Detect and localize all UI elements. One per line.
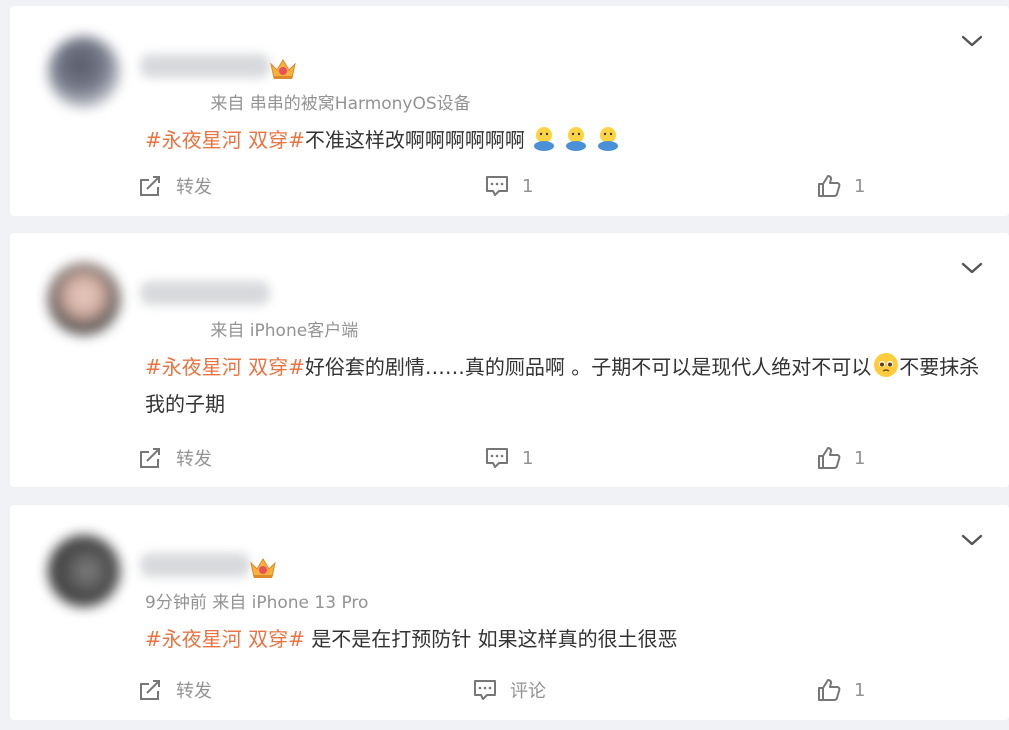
post-card: 9分钟前 来自 iPhone 13 Pro #永夜星河 双穿# 是不是在打预防针… xyxy=(10,505,1009,720)
comment-count: 1 xyxy=(522,175,534,197)
blue-hug-emoji-icon xyxy=(533,127,554,151)
repost-icon xyxy=(140,448,160,468)
thumbs-up-icon xyxy=(818,447,841,469)
username-blurred[interactable] xyxy=(140,54,270,78)
topic-link[interactable]: #永夜星河 双穿# xyxy=(145,627,305,651)
blue-hug-emoji-icon xyxy=(597,127,618,151)
repost-label: 转发 xyxy=(176,177,212,198)
topic-link[interactable]: #永夜星河 双穿# xyxy=(145,128,305,152)
repost-button[interactable]: 转发 xyxy=(138,675,212,705)
chevron-down-icon[interactable] xyxy=(961,533,983,547)
post-actions: 转发 1 1 xyxy=(10,171,1009,201)
like-button[interactable]: 1 xyxy=(816,675,865,705)
repost-button[interactable]: 转发 xyxy=(138,171,212,201)
pleading-face-emoji-icon xyxy=(874,353,899,377)
post-card: 来自 串串的被窝HarmonyOS设备 #永夜星河 双穿#不准这样改啊啊啊啊啊啊… xyxy=(10,6,1009,216)
like-count: 1 xyxy=(854,679,866,701)
like-button[interactable]: 1 xyxy=(816,171,865,201)
post-content: #永夜星河 双穿#不准这样改啊啊啊啊啊啊 xyxy=(145,122,985,159)
repost-label: 转发 xyxy=(176,449,212,470)
post-card: 来自 iPhone客户端 #永夜星河 双穿#好俗套的剧情……真的厕品啊 。子期不… xyxy=(10,233,1009,487)
post-content: #永夜星河 双穿# 是不是在打预防针 如果这样真的很土很恶 xyxy=(145,621,985,658)
post-source: 来自 iPhone客户端 xyxy=(210,321,359,341)
post-text: 好俗套的剧情……真的厕品啊 。子期不可以是现代人绝对不可以 xyxy=(304,355,872,379)
blue-hug-emoji-icon xyxy=(565,127,586,151)
post-content: #永夜星河 双穿#好俗套的剧情……真的厕品啊 。子期不可以是现代人绝对不可以 不要… xyxy=(145,349,985,423)
username-blurred[interactable] xyxy=(140,553,250,577)
avatar[interactable] xyxy=(48,36,120,108)
post-text: 是不是在打预防针 如果这样真的很土很恶 xyxy=(304,627,678,651)
crown-badge-icon xyxy=(270,59,296,79)
username-blurred[interactable] xyxy=(140,281,270,305)
post-time: 9分钟前 xyxy=(145,593,207,613)
comment-button[interactable]: 1 xyxy=(484,443,533,473)
thumbs-up-icon xyxy=(818,679,841,701)
thumbs-up-icon xyxy=(818,175,841,197)
like-count: 1 xyxy=(854,447,866,469)
post-actions: 转发 1 1 xyxy=(10,443,1009,473)
post-meta: 来自 iPhone客户端 xyxy=(145,316,358,341)
topic-link[interactable]: #永夜星河 双穿# xyxy=(145,355,305,379)
chevron-down-icon[interactable] xyxy=(961,261,983,275)
repost-label: 转发 xyxy=(176,681,212,702)
like-button[interactable]: 1 xyxy=(816,443,865,473)
post-actions: 转发 评论 1 xyxy=(10,675,1009,705)
comment-icon xyxy=(486,176,508,196)
post-meta: 来自 串串的被窝HarmonyOS设备 xyxy=(145,89,471,114)
chevron-down-icon[interactable] xyxy=(961,34,983,48)
repost-icon xyxy=(140,176,160,196)
post-source: 来自 串串的被窝HarmonyOS设备 xyxy=(210,94,471,114)
like-count: 1 xyxy=(854,175,866,197)
comment-button[interactable]: 1 xyxy=(484,171,533,201)
avatar[interactable] xyxy=(48,263,120,335)
post-source: 来自 iPhone 13 Pro xyxy=(212,593,369,613)
avatar[interactable] xyxy=(48,535,120,607)
comment-icon xyxy=(474,680,496,700)
crown-badge-icon xyxy=(250,558,276,578)
repost-icon xyxy=(140,680,160,700)
repost-button[interactable]: 转发 xyxy=(138,443,212,473)
comment-count: 1 xyxy=(522,447,534,469)
comment-icon xyxy=(486,448,508,468)
post-meta: 9分钟前 来自 iPhone 13 Pro xyxy=(145,588,368,613)
post-text: 不准这样改啊啊啊啊啊啊 xyxy=(304,128,525,152)
comment-button[interactable]: 评论 xyxy=(472,675,546,705)
comment-label: 评论 xyxy=(510,681,546,702)
